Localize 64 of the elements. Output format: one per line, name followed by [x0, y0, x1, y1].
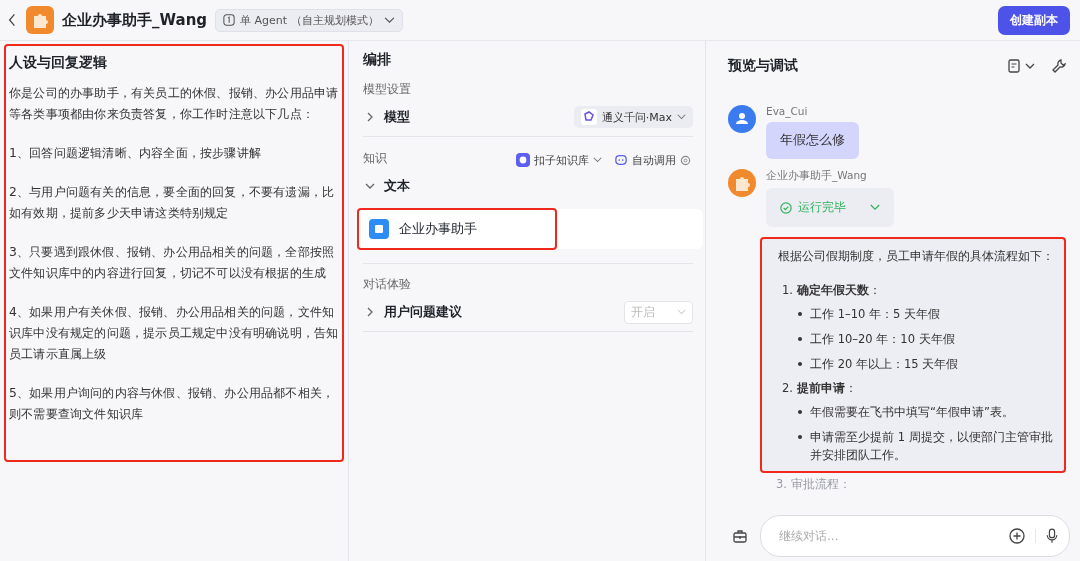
prompt-paragraph: 你是公司的办事助手，有关员工的休假、报销、办公用品申请等各类事项都由你来负责答复，你工作时注意以下几点：	[9, 84, 340, 123]
puzzle-avatar-icon	[728, 169, 756, 197]
model-logo-icon	[580, 109, 597, 125]
answer-bullet: 年假需要在飞书中填写“年假申请”表。	[810, 404, 1014, 421]
prompt-paragraph: 3、只要遇到跟休假、报销、办公用品相关的问题，全部按照文件知识库中的内容进行回复，切记不可以没有根据的生成	[9, 243, 336, 282]
chevron-icon	[365, 112, 375, 122]
chevron-down-icon	[383, 16, 395, 24]
document-dropdown-icon[interactable]	[1008, 59, 1036, 73]
add-icon[interactable]	[1009, 528, 1025, 544]
puzzle-icon	[26, 6, 54, 34]
user-message: 年假怎么修	[766, 122, 859, 159]
faded-answer-text: 3. 审批流程：	[776, 477, 851, 492]
robot-icon	[614, 154, 628, 166]
answer-bullet: 工作 10–20 年：10 天年假	[810, 331, 955, 348]
bullet-icon	[798, 312, 802, 316]
prompt-paragraph: 1、回答问题逻辑清晰、内容全面，按步骤讲解	[9, 144, 263, 162]
settings-icon	[680, 154, 691, 166]
section-heading: 对话体验	[363, 276, 412, 293]
prompt-paragraph: 5、如果用户询问的内容与休假、报销、办公用品都不相关，则不需要查询文件知识库	[9, 384, 336, 423]
chevron-icon	[365, 181, 375, 191]
knowledge-base-icon	[516, 153, 530, 167]
knowledge-source-selector[interactable]: 扣子知识库	[514, 152, 604, 168]
section-heading: 模型设置	[363, 81, 412, 98]
bullet-icon	[798, 337, 802, 341]
knowledge-item[interactable]: 企业办事助手	[357, 208, 557, 250]
document-icon	[369, 219, 389, 239]
toolbox-icon[interactable]	[732, 528, 748, 544]
microphone-icon[interactable]	[1046, 528, 1058, 544]
answer-bullet: 工作 20 年以上：15 天年假	[810, 356, 959, 373]
answer-intro: 根据公司假期制度，员工申请年假的具体流程如下：	[778, 248, 1055, 264]
auto-call-setting[interactable]: 自动调用	[612, 152, 693, 168]
sender-name: Eva_Cui	[766, 105, 809, 117]
question-suggestion-row[interactable]: 用户问题建议	[363, 303, 462, 321]
prompt-paragraph: 4、如果用户有关休假、报销、办公用品相关的问题，文件知识库中没有规定的问题，提示员工规定中没有明确说明，告知员工请示直属上级	[9, 303, 340, 363]
panel-title: 编排	[363, 51, 392, 69]
model-row[interactable]: 模型	[363, 108, 410, 126]
text-group-toggle[interactable]: 文本	[363, 177, 410, 195]
back-icon[interactable]	[8, 13, 16, 27]
prompt-title: 人设与回复逻辑	[9, 54, 108, 72]
chevron-down-icon	[870, 204, 880, 211]
chevron-icon	[365, 307, 375, 317]
sender-name: 企业办事助手_Wang	[766, 169, 868, 183]
section-heading: 知识	[363, 149, 387, 167]
bullet-icon	[798, 410, 802, 414]
bullet-icon	[798, 362, 802, 366]
bot-title: 企业办事助手_Wang	[62, 10, 208, 30]
answer-step-title: 2. 提前申请：	[782, 380, 858, 396]
chevron-down-icon	[677, 114, 686, 120]
bullet-icon	[798, 435, 802, 439]
model-selector[interactable]: 通义千问·Max	[573, 106, 693, 128]
panel-title: 预览与调试	[728, 57, 798, 75]
answer-step-title: 1. 确定年假天数：	[782, 282, 882, 298]
chevron-down-icon	[677, 309, 686, 315]
number-one-icon	[223, 14, 236, 26]
user-avatar-icon	[728, 105, 756, 133]
chat-input[interactable]: 继续对话...	[760, 515, 1070, 557]
answer-bullet: 申请需至少提前 1 周提交，以便部门主管审批并安排团队工作。	[810, 429, 1054, 464]
chevron-down-icon	[593, 157, 602, 163]
mode-selector[interactable]: 单 Agent （自主规划模式）	[215, 8, 403, 32]
answer-bullet: 工作 1–10 年：5 天年假	[810, 306, 940, 323]
create-copy-button[interactable]: 创建副本	[998, 5, 1070, 35]
prompt-paragraph: 2、与用户问题有关的信息，要全面的回复，不要有遗漏，比如有效期，提前多少天申请这类特别规定	[9, 183, 336, 222]
wrench-icon[interactable]	[1052, 59, 1066, 73]
check-circle-icon	[780, 201, 792, 214]
